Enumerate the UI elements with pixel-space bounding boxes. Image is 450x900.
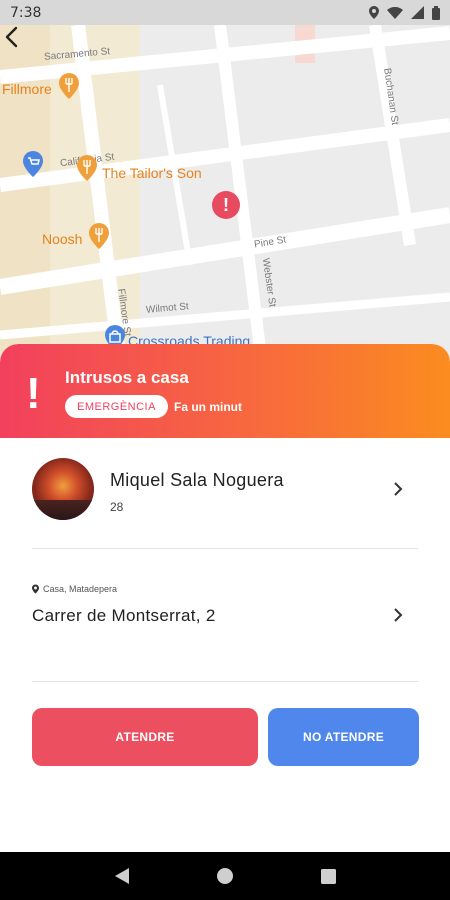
status-icons xyxy=(369,5,440,20)
restaurant-pin-icon xyxy=(59,73,79,99)
user-name: Miquel Sala Noguera xyxy=(110,470,284,490)
poi-label: The Tailor's Son xyxy=(102,165,202,181)
chevron-right-icon xyxy=(394,608,403,622)
poi-label: Noosh xyxy=(42,231,83,247)
restaurant-pin-icon xyxy=(77,155,97,181)
not-attend-button[interactable]: NO ATENDRE xyxy=(268,708,419,766)
divider xyxy=(32,548,418,549)
alert-location-pin[interactable]: ! xyxy=(212,191,240,219)
avatar xyxy=(32,458,94,520)
square-recents-icon xyxy=(320,868,336,884)
nav-home-button[interactable] xyxy=(210,861,240,891)
location-label-text: Casa, Matadepera xyxy=(43,584,118,594)
back-button[interactable] xyxy=(0,25,24,49)
address-row[interactable]: Casa, Matadepera Carrer de Montserrat, 2 xyxy=(32,580,418,640)
incident-sheet: ! Intrusos a casa EMERGÈNCIA Fa un minut… xyxy=(0,344,450,852)
navigation-bar xyxy=(0,852,450,900)
chevron-right-icon xyxy=(394,482,403,496)
signal-icon xyxy=(411,6,424,19)
location-label: Casa, Matadepera xyxy=(32,584,117,594)
restaurant-pin-icon xyxy=(89,223,109,249)
user-row[interactable]: Miquel Sala Noguera 28 xyxy=(32,458,418,522)
divider xyxy=(32,681,418,682)
nav-recents-button[interactable] xyxy=(313,861,343,891)
battery-icon xyxy=(432,5,440,20)
alert-title: Intrusos a casa xyxy=(65,368,189,387)
user-age: 28 xyxy=(110,500,124,514)
status-time: 7:38 xyxy=(10,4,42,21)
nav-back-button[interactable] xyxy=(107,861,137,891)
status-badge: EMERGÈNCIA xyxy=(65,395,168,418)
status-bar: 7:38 xyxy=(0,0,450,25)
address-text: Carrer de Montserrat, 2 xyxy=(32,606,216,625)
alert-exclamation-icon: ! xyxy=(26,369,41,418)
alert-header: ! Intrusos a casa EMERGÈNCIA Fa un minut xyxy=(0,344,450,438)
alert-time: Fa un minut xyxy=(174,400,242,414)
map[interactable]: Sacramento St California St Pine St Wilm… xyxy=(0,25,450,365)
location-icon xyxy=(369,6,379,19)
attend-button[interactable]: ATENDRE xyxy=(32,708,258,766)
triangle-back-icon xyxy=(114,868,129,884)
circle-home-icon xyxy=(216,868,233,884)
location-pin-icon xyxy=(32,584,39,594)
poi-label: Fillmore xyxy=(2,81,52,97)
wifi-icon xyxy=(387,6,403,19)
shopping-pin-icon xyxy=(23,151,43,177)
